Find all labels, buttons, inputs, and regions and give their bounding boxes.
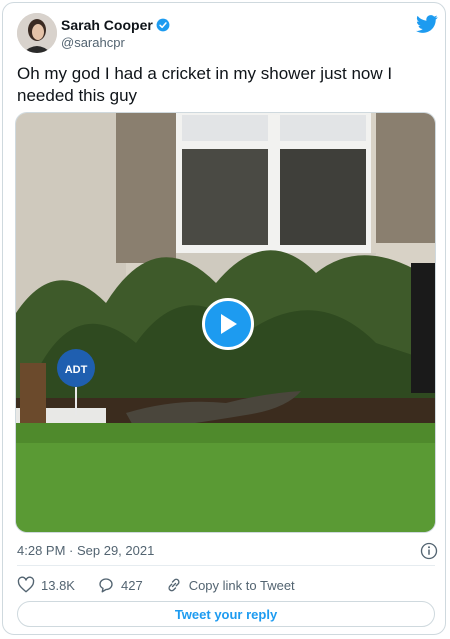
play-button[interactable] xyxy=(202,298,254,350)
copy-link-button[interactable]: Copy link to Tweet xyxy=(165,576,295,594)
tweet-timestamp[interactable]: 4:28 PM · Sep 29, 2021 xyxy=(17,543,154,558)
author-handle[interactable]: @sarahcpr xyxy=(61,35,125,50)
link-icon xyxy=(168,578,180,592)
copy-link-label: Copy link to Tweet xyxy=(188,577,295,593)
reply-action[interactable]: 427 xyxy=(97,576,143,594)
twitter-bird-icon[interactable] xyxy=(416,13,438,35)
info-icon[interactable] xyxy=(420,542,438,560)
author-name-row[interactable]: Sarah Cooper xyxy=(61,17,170,33)
divider xyxy=(17,565,435,566)
avatar[interactable] xyxy=(17,13,57,53)
author-name[interactable]: Sarah Cooper xyxy=(61,17,153,33)
like-count: 13.8K xyxy=(41,577,75,593)
tweet-card: Sarah Cooper @sarahcpr Oh my god I had a… xyxy=(2,2,446,635)
reply-count: 427 xyxy=(120,577,143,593)
like-button[interactable]: 13.8K xyxy=(17,576,75,594)
verified-badge-icon xyxy=(156,18,170,32)
video-media[interactable]: ADT xyxy=(15,112,436,533)
reply-bubble-icon xyxy=(99,578,113,593)
sign-label: ADT xyxy=(65,364,88,376)
heart-icon xyxy=(17,576,35,593)
play-icon xyxy=(221,314,237,334)
tweet-text: Oh my god I had a cricket in my shower j… xyxy=(17,64,393,105)
action-bar: 13.8K 427 Copy link to Tweet xyxy=(17,575,317,595)
tweet-reply-button[interactable]: Tweet your reply xyxy=(17,601,435,627)
